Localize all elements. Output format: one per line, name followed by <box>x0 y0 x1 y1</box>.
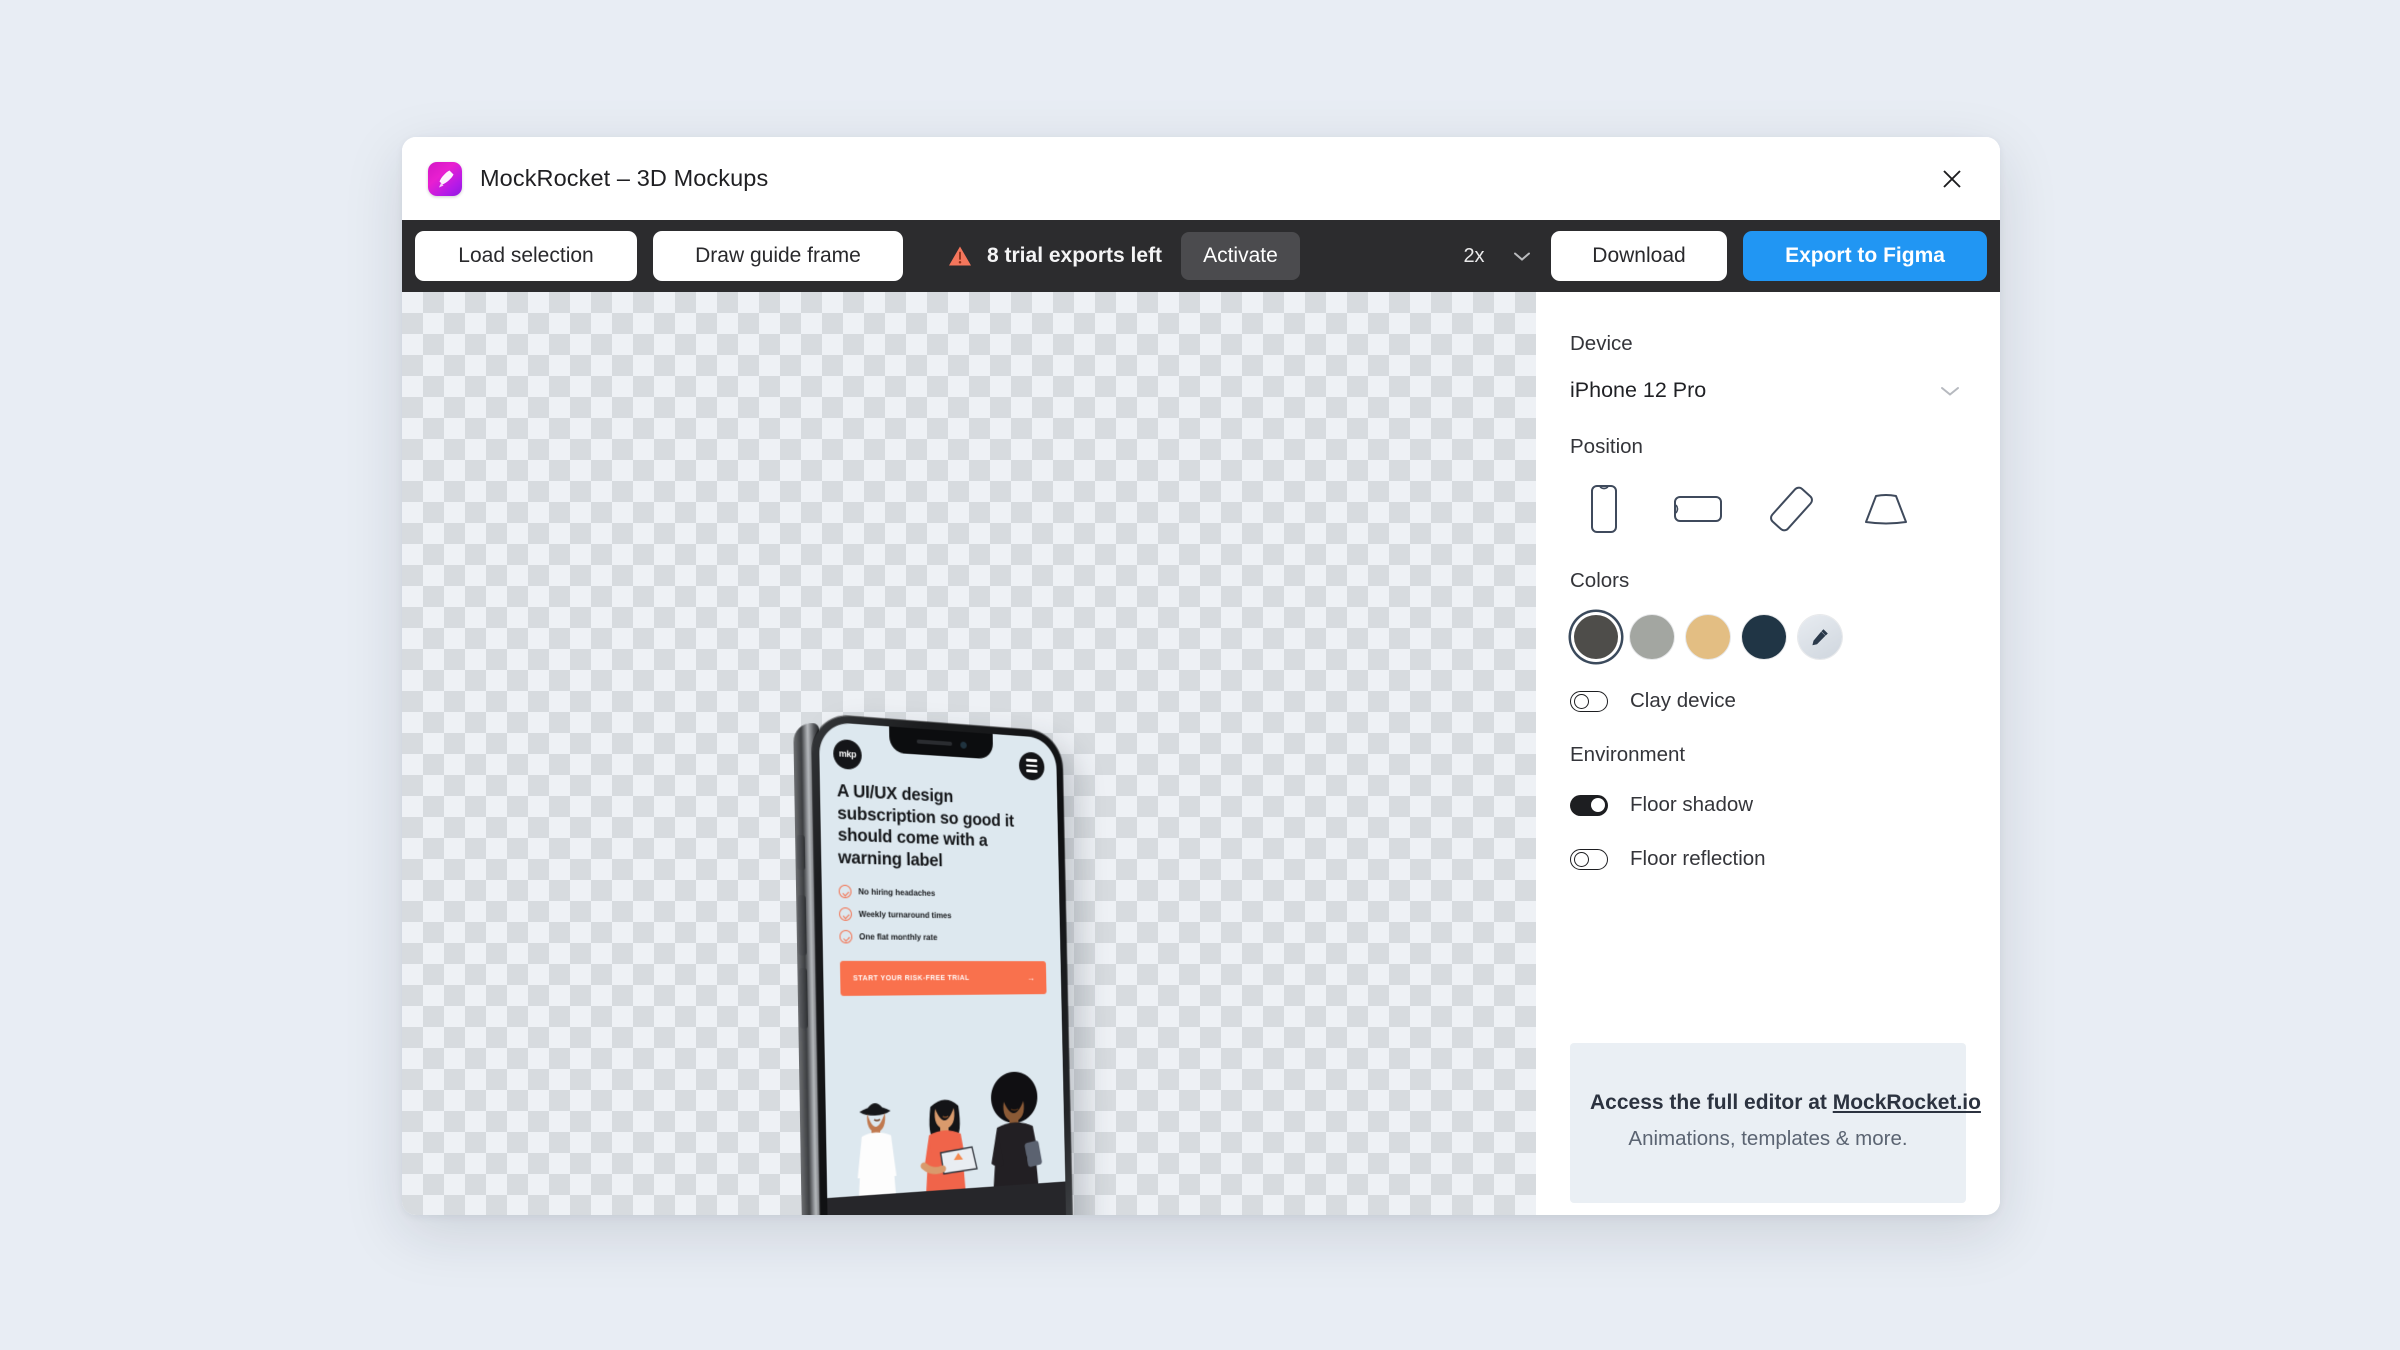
device-section-label: Device <box>1570 332 1633 355</box>
floor-shadow-label: Floor shadow <box>1630 793 1754 816</box>
colors-section-label: Colors <box>1570 569 1630 592</box>
title-bar: MockRocket – 3D Mockups <box>402 137 2000 220</box>
color-picker[interactable] <box>1798 615 1842 659</box>
trial-status: 8 trial exports left Activate <box>947 232 1300 280</box>
floor-shadow-row: Floor shadow <box>1570 793 1966 817</box>
device-select-value: iPhone 12 Pro <box>1570 378 1707 402</box>
device-mute-button <box>796 834 806 871</box>
hamburger-menu-icon <box>1018 750 1045 781</box>
cta-label: START YOUR RISK-FREE TRIAL <box>852 973 970 983</box>
floor-reflection-row: Floor reflection <box>1570 847 1966 871</box>
color-options <box>1570 615 1966 659</box>
promo-headline: Access the full editor at MockRocket.io <box>1590 1091 1981 1115</box>
warning-triangle-icon <box>949 246 971 266</box>
position-options <box>1570 481 1966 537</box>
device-mockup[interactable]: mkp A UI/UX design subscription so good … <box>793 713 1074 1215</box>
toolbar: Load selection Draw guide frame 8 trial … <box>402 220 2000 292</box>
window-body: mkp A UI/UX design subscription so good … <box>402 292 2000 1215</box>
position-tilted[interactable] <box>1766 481 1818 537</box>
brand-logo: mkp <box>833 738 862 770</box>
screen-bullet-list: No hiring headaches Weekly turnaround ti… <box>821 868 1060 944</box>
check-circle-icon <box>838 884 852 899</box>
mockup-canvas[interactable]: mkp A UI/UX design subscription so good … <box>402 292 1536 1215</box>
bullet-label: Weekly turnaround times <box>858 909 952 920</box>
promo-box: Access the full editor at MockRocket.io … <box>1570 1043 1981 1203</box>
screen-headline: A UI/UX design subscription so good it s… <box>836 779 1015 871</box>
device-screen: mkp A UI/UX design subscription so good … <box>818 721 1068 1215</box>
window-title: MockRocket – 3D Mockups <box>480 165 769 191</box>
close-icon[interactable] <box>1932 159 1972 199</box>
bullet-label: One flat monthly rate <box>859 931 938 942</box>
promo-subtext: Animations, templates & more. <box>1628 1127 1908 1150</box>
chevron-down-icon <box>1514 252 1530 261</box>
clay-device-row: Clay device <box>1570 689 1966 713</box>
position-perspective[interactable] <box>1860 481 1912 537</box>
list-item: One flat monthly rate <box>839 929 1045 945</box>
clay-device-toggle[interactable] <box>1570 690 1608 712</box>
color-navy[interactable] <box>1742 615 1786 659</box>
activate-button[interactable]: Activate <box>1181 232 1300 280</box>
rocket-icon <box>428 161 462 196</box>
zoom-select[interactable]: 2x <box>1459 245 1531 268</box>
load-selection-button[interactable]: Load selection <box>415 231 637 281</box>
arrow-right-icon: → <box>1026 972 1035 983</box>
color-gold[interactable] <box>1686 615 1730 659</box>
device-volume-down-button <box>799 968 809 1029</box>
clay-device-label: Clay device <box>1630 689 1736 712</box>
screen-illustration <box>824 1007 1065 1198</box>
position-section-label: Position <box>1570 435 1643 458</box>
mockup-stage: mkp A UI/UX design subscription so good … <box>402 292 1536 1215</box>
bullet-label: No hiring headaches <box>858 886 936 898</box>
device-select[interactable]: iPhone 12 Pro <box>1570 378 1966 403</box>
floor-reflection-label: Floor reflection <box>1630 847 1766 870</box>
floor-shadow-toggle[interactable] <box>1570 794 1608 816</box>
check-circle-icon <box>839 929 853 944</box>
mockrocket-link[interactable]: MockRocket.io <box>1833 1091 1981 1114</box>
screen-content: mkp A UI/UX design subscription so good … <box>819 721 1068 1215</box>
device-volume-up-button <box>797 895 807 956</box>
promo-prefix: Access the full editor at <box>1590 1091 1833 1114</box>
draw-guide-frame-button[interactable]: Draw guide frame <box>653 231 903 281</box>
zoom-value: 2x <box>1463 244 1485 267</box>
screen-cta-button: START YOUR RISK-FREE TRIAL → <box>839 960 1047 996</box>
floor-reflection-toggle[interactable] <box>1570 848 1608 870</box>
chevron-down-icon <box>1941 386 1959 396</box>
plugin-window: MockRocket – 3D Mockups Load selection D… <box>402 137 2000 1215</box>
settings-panel: Device iPhone 12 Pro Position Colors Cla… <box>1536 292 2000 1215</box>
list-item: No hiring headaches <box>838 884 1045 902</box>
screen-footer: We helped our customers <box>827 1181 1068 1215</box>
list-item: Weekly turnaround times <box>838 907 1045 923</box>
color-silver[interactable] <box>1630 615 1674 659</box>
environment-section-label: Environment <box>1570 743 1686 766</box>
screen-header: mkp <box>819 721 1057 784</box>
people-illustration <box>856 1071 1043 1196</box>
device-body: mkp A UI/UX design subscription so good … <box>811 713 1074 1215</box>
check-circle-icon <box>838 907 853 921</box>
download-button[interactable]: Download <box>1551 231 1727 281</box>
position-portrait[interactable] <box>1578 481 1630 537</box>
trial-exports-text: 8 trial exports left <box>987 244 1163 267</box>
color-graphite[interactable] <box>1574 615 1618 659</box>
eyedropper-icon <box>1812 629 1828 646</box>
position-landscape[interactable] <box>1672 481 1724 537</box>
export-to-figma-button[interactable]: Export to Figma <box>1743 231 1987 281</box>
